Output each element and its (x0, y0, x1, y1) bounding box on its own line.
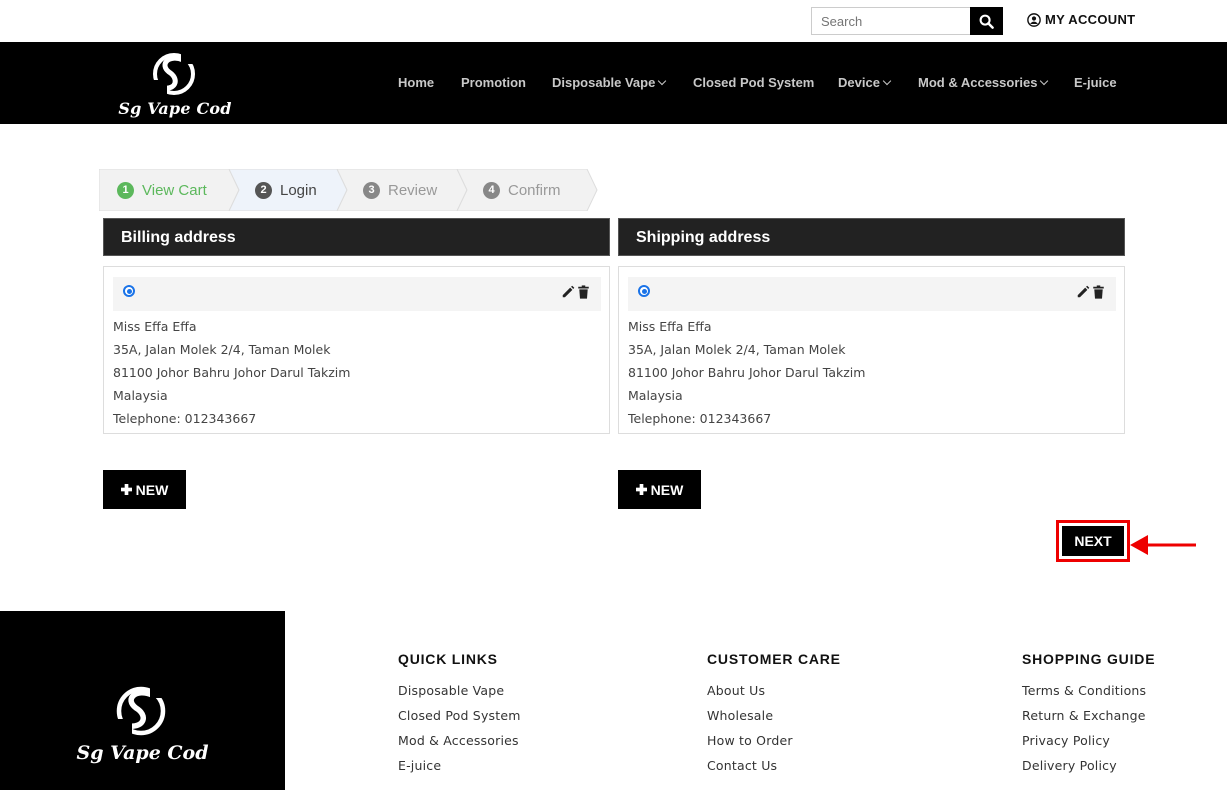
footer-link[interactable]: Closed Pod System (398, 707, 521, 732)
footer-link[interactable]: Delivery Policy (1022, 757, 1155, 782)
nav-promotion[interactable]: Promotion (461, 75, 526, 90)
new-shipping-address-button[interactable]: NEW (618, 470, 701, 509)
main-header: Sg Vape Cod Home Promotion Disposable Va… (0, 42, 1227, 124)
trash-icon[interactable] (1092, 285, 1105, 299)
top-bar: MY ACCOUNT (0, 0, 1227, 42)
user-circle-icon (1027, 12, 1041, 27)
footer-shopping-guide: SHOPPING GUIDE Terms & Conditions Return… (1022, 651, 1155, 782)
nav-mod-accessories[interactable]: Mod & Accessories (918, 75, 1049, 90)
search-button[interactable] (970, 7, 1003, 35)
chevron-down-icon (882, 76, 892, 85)
next-button[interactable]: NEXT (1062, 526, 1124, 556)
my-account-link[interactable]: MY ACCOUNT (1027, 12, 1135, 27)
billing-address-toolbar (113, 277, 601, 311)
plus-icon (635, 484, 647, 495)
footer-link[interactable]: Mod & Accessories (398, 732, 521, 757)
footer-customer-care: CUSTOMER CARE About Us Wholesale How to … (707, 651, 841, 782)
step-number: 3 (363, 181, 380, 199)
search-icon (979, 14, 994, 29)
address-line2: 81100 Johor Bahru Johor Darul Takzim (628, 365, 866, 380)
address-country: Malaysia (113, 388, 168, 403)
nav-e-juice[interactable]: E-juice (1074, 75, 1117, 90)
footer-link[interactable]: Return & Exchange (1022, 707, 1155, 732)
footer-link[interactable]: Terms & Conditions (1022, 682, 1155, 707)
footer-link[interactable]: E-juice (398, 757, 521, 782)
address-line1: 35A, Jalan Molek 2/4, Taman Molek (628, 342, 846, 357)
billing-address-card: Miss Effa Effa 35A, Jalan Molek 2/4, Tam… (103, 266, 610, 434)
nav-disposable-vape[interactable]: Disposable Vape (552, 75, 667, 90)
step-number: 2 (255, 181, 272, 199)
next-button-highlight: NEXT (1056, 520, 1130, 562)
chevron-down-icon (1040, 76, 1049, 85)
new-billing-address-button[interactable]: NEW (103, 470, 186, 509)
plus-icon (120, 484, 132, 495)
address-line2: 81100 Johor Bahru Johor Darul Takzim (113, 365, 351, 380)
shipping-address-radio[interactable] (638, 285, 650, 297)
step-label: Login (280, 181, 317, 199)
pencil-icon[interactable] (561, 285, 575, 299)
step-login[interactable]: 2 Login (229, 169, 348, 211)
nav-home[interactable]: Home (398, 75, 434, 90)
billing-address-title: Billing address (103, 218, 610, 256)
footer-logo-text: Sg Vape Cod (76, 742, 209, 764)
my-account-label: MY ACCOUNT (1045, 12, 1136, 27)
footer-link[interactable]: About Us (707, 682, 841, 707)
footer-link[interactable]: Wholesale (707, 707, 841, 732)
address-phone: Telephone: 012343667 (113, 411, 257, 426)
search-input[interactable] (811, 7, 971, 35)
shipping-address-toolbar (628, 277, 1116, 311)
footer-quick-links: QUICK LINKS Disposable Vape Closed Pod S… (398, 651, 521, 782)
footer-link[interactable]: How to Order (707, 732, 841, 757)
address-phone: Telephone: 012343667 (628, 411, 772, 426)
address-line1: 35A, Jalan Molek 2/4, Taman Molek (113, 342, 331, 357)
arrow-left-icon (1130, 535, 1196, 555)
billing-address-actions (561, 285, 590, 299)
footer-title: SHOPPING GUIDE (1022, 651, 1156, 667)
trash-icon[interactable] (577, 285, 590, 299)
address-name: Miss Effa Effa (113, 319, 197, 334)
shipping-address-actions (1076, 285, 1105, 299)
step-label: Review (388, 181, 438, 199)
footer-link[interactable]: Disposable Vape (398, 682, 521, 707)
footer-logo-block: Sg Vape Cod (0, 611, 285, 790)
billing-address-radio[interactable] (123, 285, 135, 297)
step-review[interactable]: 3 Review (337, 169, 468, 211)
site-logo[interactable]: Sg Vape Cod (117, 50, 233, 118)
address-country: Malaysia (628, 388, 683, 403)
step-label: View Cart (142, 181, 207, 199)
footer-link[interactable]: Contact Us (707, 757, 841, 782)
footer-title: QUICK LINKS (398, 651, 498, 667)
footer-title: CUSTOMER CARE (707, 651, 841, 667)
nav-device[interactable]: Device (838, 75, 892, 90)
logo-mark-icon (151, 52, 195, 96)
step-confirm[interactable]: 4 Confirm (457, 169, 598, 211)
logo-mark-icon (114, 685, 166, 737)
shipping-address-title: Shipping address (618, 218, 1125, 256)
step-number: 4 (483, 181, 500, 199)
pencil-icon[interactable] (1076, 285, 1090, 299)
step-view-cart[interactable]: 1 View Cart (99, 169, 240, 211)
shipping-address-text: Miss Effa Effa 35A, Jalan Molek 2/4, Tam… (628, 315, 865, 430)
billing-address-text: Miss Effa Effa 35A, Jalan Molek 2/4, Tam… (113, 315, 350, 430)
footer-link[interactable]: Privacy Policy (1022, 732, 1155, 757)
address-name: Miss Effa Effa (628, 319, 712, 334)
logo-text: Sg Vape Cod (118, 99, 232, 118)
step-label: Confirm (508, 181, 561, 199)
shipping-address-card: Miss Effa Effa 35A, Jalan Molek 2/4, Tam… (618, 266, 1125, 434)
nav-closed-pod-system[interactable]: Closed Pod System (693, 75, 814, 90)
step-number: 1 (117, 181, 134, 199)
chevron-down-icon (658, 76, 667, 85)
